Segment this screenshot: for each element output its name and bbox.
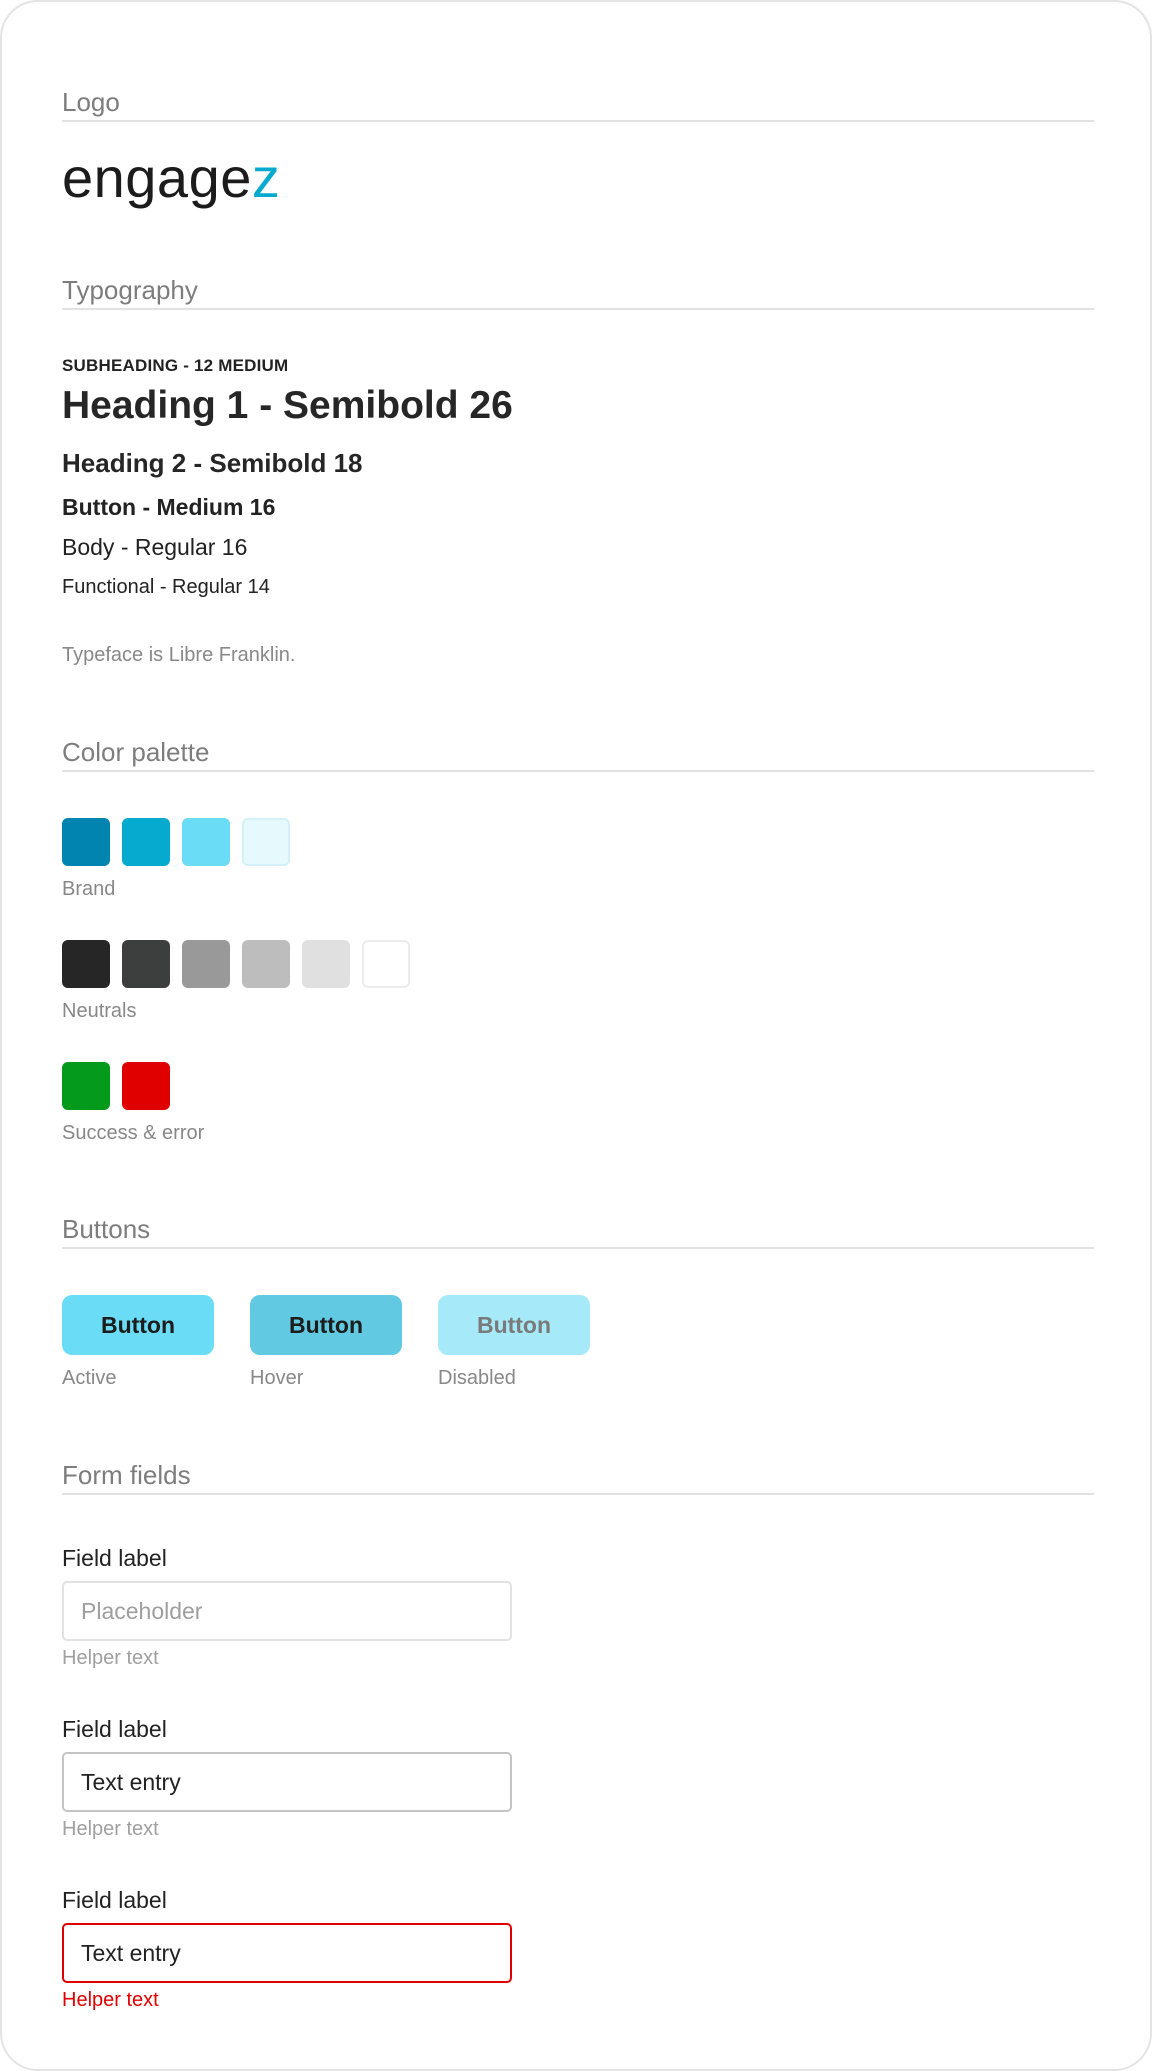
form-fields-section: Form fields Field label Helper text Fiel… xyxy=(62,1455,1094,2011)
swatch-row-neutrals xyxy=(62,940,410,988)
form-field-error: Field label Helper text xyxy=(62,1883,512,2012)
field-label: Field label xyxy=(62,1887,167,1913)
section-title-form-fields: Form fields xyxy=(62,1455,1094,1495)
typo-sample-subheading: SUBHEADING - 12 MEDIUM xyxy=(62,356,289,375)
section-title-logo: Logo xyxy=(62,82,1094,122)
color-swatch xyxy=(122,818,170,866)
logo-section: Logo engagez xyxy=(62,82,1094,208)
color-swatch xyxy=(62,1062,110,1110)
swatch-label-brand: Brand xyxy=(62,878,116,900)
button-hover[interactable]: Button xyxy=(250,1295,402,1355)
button-caption-disabled: Disabled xyxy=(438,1367,516,1389)
color-swatch xyxy=(182,818,230,866)
buttons-section: Buttons Button Active Button Hover Butto… xyxy=(62,1209,1094,1389)
color-swatch xyxy=(242,818,290,866)
field-label: Field label xyxy=(62,1716,167,1742)
text-input-error[interactable] xyxy=(62,1923,512,1983)
typo-sample-heading1: Heading 1 - Semibold 26 xyxy=(62,384,513,427)
swatch-label-success-error: Success & error xyxy=(62,1122,205,1144)
typo-sample-button: Button - Medium 16 xyxy=(62,494,276,520)
button-caption-hover: Hover xyxy=(250,1367,304,1389)
style-guide-card: Logo engagez Typography SUBHEADING - 12 … xyxy=(0,0,1152,2071)
color-palette-section: Color palette Brand Neutrals Success & e… xyxy=(62,732,1094,1144)
color-swatch xyxy=(62,940,110,988)
engagez-logo: engagez xyxy=(62,148,280,208)
typography-section: Typography SUBHEADING - 12 MEDIUM Headin… xyxy=(62,270,1094,666)
typo-sample-functional: Functional - Regular 14 xyxy=(62,576,270,598)
section-title-buttons: Buttons xyxy=(62,1209,1094,1249)
helper-text: Helper text xyxy=(62,1818,159,1840)
color-swatch xyxy=(302,940,350,988)
button-caption-active: Active xyxy=(62,1367,117,1389)
color-swatch xyxy=(242,940,290,988)
text-input-empty[interactable] xyxy=(62,1581,512,1641)
button-active[interactable]: Button xyxy=(62,1295,214,1355)
helper-text: Helper text xyxy=(62,1647,159,1669)
swatch-row-brand xyxy=(62,818,290,866)
swatch-label-neutrals: Neutrals xyxy=(62,1000,137,1022)
form-field-filled: Field label Helper text xyxy=(62,1712,512,1841)
swatch-row-success-error xyxy=(62,1062,170,1110)
typo-sample-body: Body - Regular 16 xyxy=(62,534,248,560)
logo-accent-letter: z xyxy=(251,146,281,209)
color-swatch xyxy=(62,818,110,866)
form-field-empty: Field label Helper text xyxy=(62,1541,512,1670)
color-swatch xyxy=(182,940,230,988)
color-swatch xyxy=(362,940,410,988)
typo-sample-heading2: Heading 2 - Semibold 18 xyxy=(62,448,363,478)
helper-text-error: Helper text xyxy=(62,1989,159,2011)
section-title-typography: Typography xyxy=(62,270,1094,310)
text-input-filled[interactable] xyxy=(62,1752,512,1812)
typeface-note: Typeface is Libre Franklin. xyxy=(62,644,296,666)
button-disabled[interactable]: Button xyxy=(438,1295,590,1355)
color-swatch xyxy=(122,1062,170,1110)
field-label: Field label xyxy=(62,1545,167,1571)
logo-wordmark: engage xyxy=(62,146,252,209)
color-swatch xyxy=(122,940,170,988)
section-title-color-palette: Color palette xyxy=(62,732,1094,772)
